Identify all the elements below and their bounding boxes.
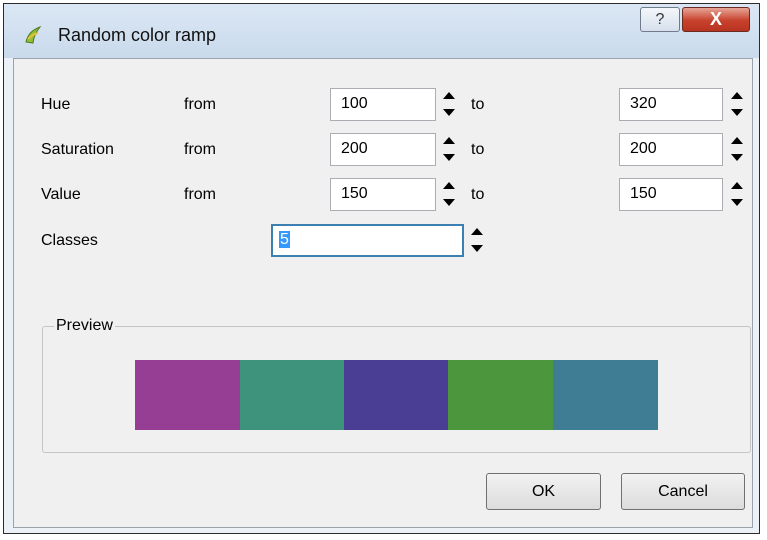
saturation-to-up-arrow-icon[interactable] bbox=[727, 134, 747, 149]
hue-to-down-arrow-icon[interactable] bbox=[727, 105, 747, 120]
saturation-label: Saturation bbox=[41, 141, 114, 158]
saturation-to-spinbox[interactable]: 200 bbox=[619, 133, 749, 166]
ok-button[interactable]: OK bbox=[486, 473, 601, 510]
value-from-up-arrow-icon[interactable] bbox=[439, 179, 459, 194]
close-button[interactable]: X bbox=[682, 7, 750, 32]
dialog-window: Random color ramp ? X Hue from 100 to 32… bbox=[3, 3, 760, 534]
value-to-label: to bbox=[471, 186, 485, 203]
saturation-from-up-arrow-icon[interactable] bbox=[439, 134, 459, 149]
saturation-from-input[interactable]: 200 bbox=[330, 133, 436, 166]
title-bar[interactable]: Random color ramp ? X bbox=[4, 4, 759, 58]
value-label: Value bbox=[41, 186, 81, 203]
saturation-to-label: to bbox=[471, 141, 485, 158]
hue-to-label: to bbox=[471, 96, 485, 113]
hue-to-up-arrow-icon[interactable] bbox=[727, 89, 747, 104]
value-from-down-arrow-icon[interactable] bbox=[439, 195, 459, 210]
preview-swatch-1 bbox=[135, 360, 240, 430]
qgis-icon bbox=[25, 25, 42, 44]
hue-from-spinbox[interactable]: 100 bbox=[330, 88, 461, 121]
help-button[interactable]: ? bbox=[640, 7, 680, 32]
saturation-to-input[interactable]: 200 bbox=[619, 133, 723, 166]
value-to-spinbox[interactable]: 150 bbox=[619, 178, 749, 211]
classes-down-arrow-icon[interactable] bbox=[467, 241, 487, 256]
window-title: Random color ramp bbox=[58, 25, 217, 45]
cancel-button[interactable]: Cancel bbox=[621, 473, 745, 510]
classes-selected-text: 5 bbox=[279, 231, 290, 248]
preview-swatch-2 bbox=[240, 360, 345, 430]
classes-label: Classes bbox=[41, 232, 98, 249]
hue-from-up-arrow-icon[interactable] bbox=[439, 89, 459, 104]
classes-spinbox[interactable]: 5 bbox=[271, 224, 488, 257]
preview-group-title: Preview bbox=[54, 317, 115, 335]
value-from-spinbox[interactable]: 150 bbox=[330, 178, 461, 211]
value-to-down-arrow-icon[interactable] bbox=[727, 195, 747, 210]
value-to-up-arrow-icon[interactable] bbox=[727, 179, 747, 194]
preview-swatch-3 bbox=[344, 360, 449, 430]
classes-up-arrow-icon[interactable] bbox=[467, 225, 487, 240]
hue-label: Hue bbox=[41, 96, 71, 113]
preview-swatch-4 bbox=[448, 360, 553, 430]
value-from-input[interactable]: 150 bbox=[330, 178, 436, 211]
hue-from-label: from bbox=[184, 96, 216, 113]
saturation-to-down-arrow-icon[interactable] bbox=[727, 150, 747, 165]
saturation-from-spinbox[interactable]: 200 bbox=[330, 133, 461, 166]
hue-from-down-arrow-icon[interactable] bbox=[439, 105, 459, 120]
saturation-from-down-arrow-icon[interactable] bbox=[439, 150, 459, 165]
hue-from-input[interactable]: 100 bbox=[330, 88, 436, 121]
hue-to-input[interactable]: 320 bbox=[619, 88, 723, 121]
preview-swatch-5 bbox=[553, 360, 658, 430]
hue-to-spinbox[interactable]: 320 bbox=[619, 88, 749, 121]
classes-input[interactable]: 5 bbox=[271, 224, 464, 257]
saturation-from-label: from bbox=[184, 141, 216, 158]
value-to-input[interactable]: 150 bbox=[619, 178, 723, 211]
value-from-label: from bbox=[184, 186, 216, 203]
dialog-body: Hue from 100 to 320 Saturation from 200 bbox=[13, 58, 753, 528]
